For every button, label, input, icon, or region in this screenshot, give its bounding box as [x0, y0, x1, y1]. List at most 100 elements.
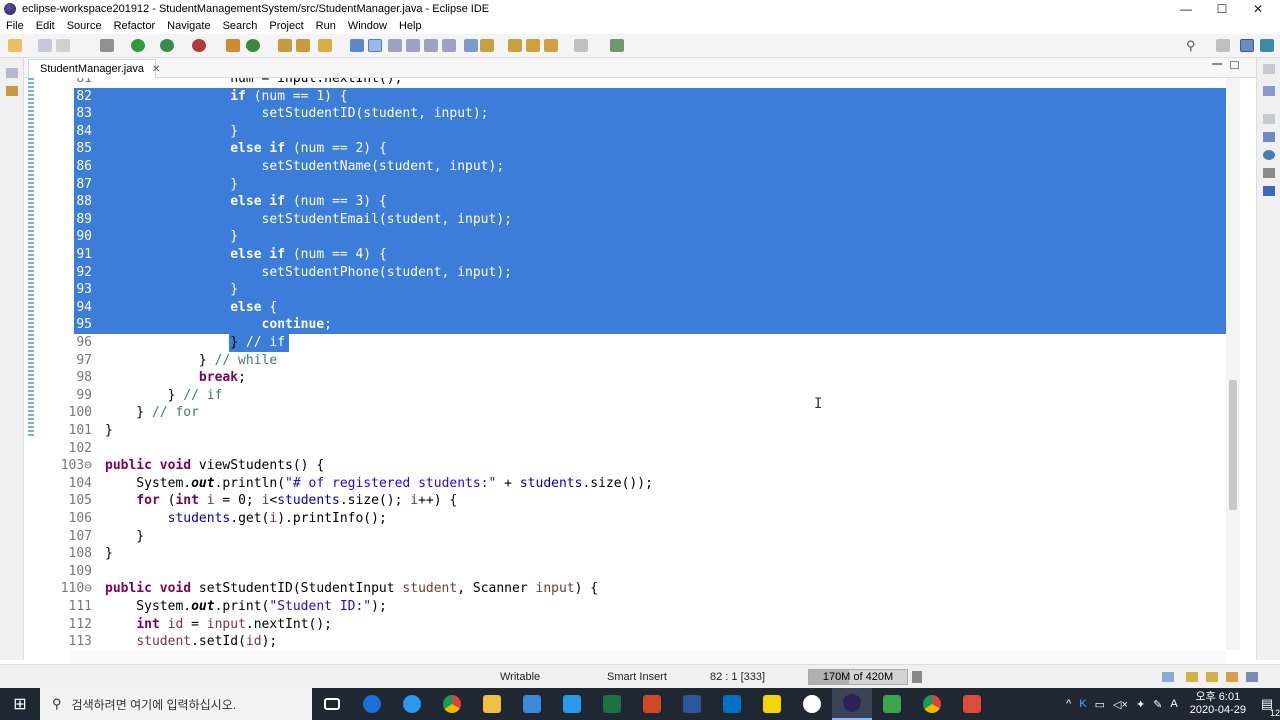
sticky-notes-icon[interactable]: [752, 688, 792, 720]
edge-legacy-icon[interactable]: [352, 688, 392, 720]
restore-right-icon[interactable]: [1263, 64, 1275, 74]
menu-project[interactable]: Project: [263, 20, 309, 32]
pin-editor-icon[interactable]: [610, 39, 624, 52]
maximize-button[interactable]: ☐: [1204, 0, 1240, 18]
tray-overflow-icon[interactable]: ^: [1066, 698, 1071, 710]
powerpoint-icon[interactable]: [632, 688, 672, 720]
editor-vertical-scrollbar[interactable]: [1226, 78, 1240, 650]
file-explorer-icon[interactable]: [472, 688, 512, 720]
word-icon[interactable]: [672, 688, 712, 720]
code-line[interactable]: 109: [28, 563, 1240, 581]
code-text[interactable]: }: [105, 123, 238, 141]
debug-perspective-icon[interactable]: [1260, 39, 1274, 52]
problems-icon[interactable]: [1263, 132, 1275, 142]
code-line[interactable]: 82 if (num == 1) {: [28, 88, 1240, 106]
code-line[interactable]: 103⊖ public void viewStudents() {: [28, 457, 1240, 475]
code-text[interactable]: continue;: [105, 316, 332, 334]
code-text[interactable]: } // if: [105, 334, 285, 352]
menu-run[interactable]: Run: [310, 20, 342, 32]
block-select-icon[interactable]: [406, 39, 420, 52]
menu-search[interactable]: Search: [217, 20, 264, 32]
code-line[interactable]: 94 else {: [28, 299, 1240, 317]
tray-app-icon[interactable]: K: [1079, 698, 1086, 710]
code-text[interactable]: break;: [105, 369, 246, 387]
code-line[interactable]: 98 break;: [28, 369, 1240, 387]
code-text[interactable]: }: [105, 545, 113, 563]
code-text[interactable]: } // for: [105, 404, 199, 422]
code-line[interactable]: 91 else if (num == 4) {: [28, 246, 1240, 264]
status-tool-icon-3[interactable]: [1206, 672, 1218, 682]
code-line[interactable]: 101}: [28, 422, 1240, 440]
back-dropdown-icon[interactable]: [544, 39, 558, 52]
toggle-mark-icon[interactable]: [350, 39, 364, 52]
code-editor[interactable]: 81 num = input.nextInt(); 82 if (num == 1…: [28, 78, 1240, 650]
debug-icon[interactable]: [100, 39, 114, 52]
code-text[interactable]: }: [105, 176, 238, 194]
code-text[interactable]: setStudentPhone(student, input);: [105, 264, 512, 282]
restore-bottom-icon[interactable]: [1263, 114, 1275, 124]
last-edit-icon[interactable]: [508, 39, 522, 52]
windows-start-icon[interactable]: ⊞: [0, 688, 40, 720]
code-line[interactable]: 100 } // for: [28, 404, 1240, 422]
code-line[interactable]: 85 else if (num == 2) {: [28, 140, 1240, 158]
status-tool-icon-1[interactable]: [1162, 672, 1174, 682]
package-explorer-icon[interactable]: [6, 86, 18, 96]
code-line[interactable]: 96 } // if: [28, 334, 1240, 352]
code-line[interactable]: 83 setStudentID(student, input);: [28, 105, 1240, 123]
code-text[interactable]: int id = input.nextInt();: [105, 616, 332, 634]
code-line[interactable]: 111 System.out.print("Student ID:");: [28, 598, 1240, 616]
dropbox-icon[interactable]: ✦: [1136, 698, 1145, 711]
code-text[interactable]: } // if: [105, 387, 223, 405]
status-tool-icon-5[interactable]: [1246, 672, 1258, 682]
taskbar-search-box[interactable]: ⚲ 검색하려면 여기에 입력하십시오.: [40, 688, 312, 720]
code-line[interactable]: 105 for (int i = 0; i<students.size(); i…: [28, 492, 1240, 510]
code-line[interactable]: 110⊖ public void setStudentID(StudentInpu…: [28, 580, 1240, 598]
code-text[interactable]: else {: [105, 299, 277, 317]
menu-help[interactable]: Help: [393, 20, 428, 32]
code-line[interactable]: 84 }: [28, 123, 1240, 141]
menu-source[interactable]: Source: [61, 20, 108, 32]
code-line[interactable]: 90 }: [28, 228, 1240, 246]
chrome-icon[interactable]: [432, 688, 472, 720]
editor-horizontal-scrollbar[interactable]: [70, 650, 1226, 664]
code-text[interactable]: }: [105, 281, 238, 299]
coverage-icon[interactable]: [160, 39, 174, 52]
run-icon[interactable]: [131, 39, 145, 52]
code-line[interactable]: 108}: [28, 545, 1240, 563]
prev-annotation-icon[interactable]: [480, 39, 494, 52]
new-icon[interactable]: [8, 39, 22, 52]
save-all-icon[interactable]: [56, 39, 70, 52]
new-class-icon[interactable]: [246, 39, 260, 52]
eclipse-taskbar-icon[interactable]: [832, 688, 872, 720]
show-whitespace-icon[interactable]: [424, 39, 438, 52]
store-icon[interactable]: [512, 688, 552, 720]
status-tool-icon-2[interactable]: [1186, 672, 1198, 682]
code-line[interactable]: 97 } // while: [28, 352, 1240, 370]
restore-icon[interactable]: [6, 68, 18, 78]
console-icon[interactable]: [1263, 186, 1275, 196]
code-text[interactable]: else if (num == 2) {: [105, 140, 387, 158]
ime-mode-indicator[interactable]: A: [1170, 698, 1177, 710]
maximize-editor-icon[interactable]: [1230, 61, 1239, 69]
javadoc-icon[interactable]: [1263, 150, 1275, 160]
menu-refactor[interactable]: Refactor: [108, 20, 162, 32]
app-w-icon[interactable]: [792, 688, 832, 720]
highlight-icon[interactable]: [368, 39, 382, 52]
declaration-icon[interactable]: [1263, 168, 1275, 178]
scrollbar-thumb[interactable]: [1229, 380, 1237, 510]
word-wrap-icon[interactable]: [388, 39, 402, 52]
code-line[interactable]: 89 setStudentEmail(student, input);: [28, 211, 1240, 229]
outline-icon[interactable]: [1263, 86, 1275, 96]
menu-file[interactable]: File: [0, 20, 30, 32]
back-icon[interactable]: [526, 39, 540, 52]
chrome-2-icon[interactable]: [912, 688, 952, 720]
save-icon[interactable]: [38, 39, 52, 52]
code-line[interactable]: 92 setStudentPhone(student, input);: [28, 264, 1240, 282]
code-text[interactable]: }: [105, 228, 238, 246]
next-annotation-icon[interactable]: [464, 39, 478, 52]
notification-center-icon[interactable]: ▤ 12: [1254, 696, 1280, 718]
volume-icon[interactable]: ◁×: [1113, 698, 1128, 711]
menu-edit[interactable]: Edit: [30, 20, 61, 32]
tab-studentmanager[interactable]: StudentManager.java ✕: [28, 59, 160, 78]
code-text[interactable]: public void setStudentID(StudentInput st…: [105, 580, 598, 598]
